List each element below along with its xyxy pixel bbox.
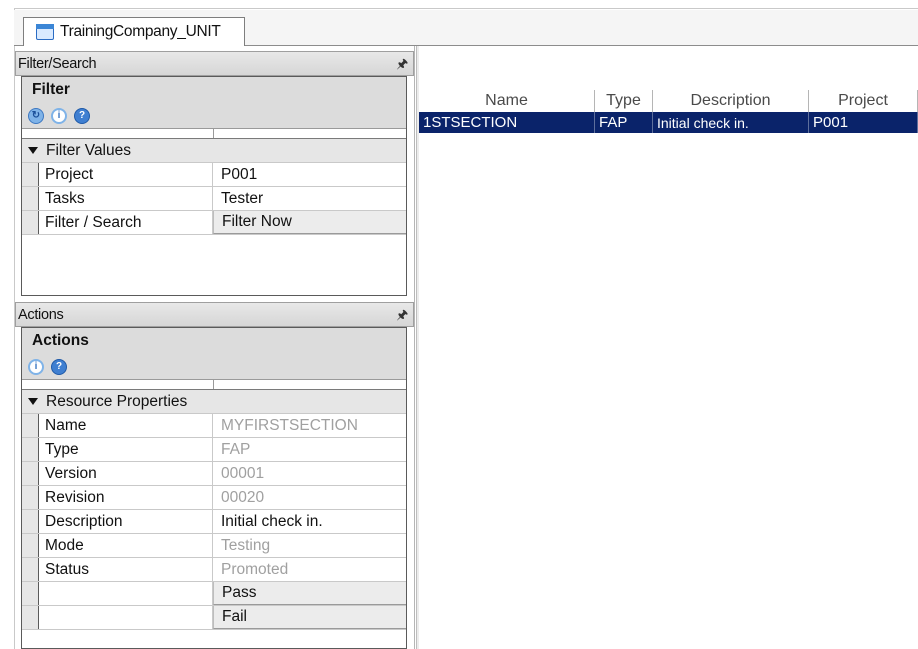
actions-toolbar: i ? — [22, 354, 406, 380]
grid-header: Name Type Description Project — [419, 90, 918, 112]
info-icon[interactable]: i — [28, 358, 44, 375]
type-value: FAP — [221, 440, 251, 458]
filter-section: Filter ↻ i ? Filter Values Project P001 … — [21, 76, 407, 296]
property-name: Tasks — [39, 187, 213, 210]
actions-section: Actions i ? Resource Properties Name MYF… — [21, 327, 407, 649]
cell-description: Initial check in. — [653, 112, 809, 133]
resource-properties-group[interactable]: Resource Properties — [22, 390, 406, 414]
pin-icon[interactable]: 🖈 — [396, 306, 408, 328]
property-row-type: Type FAP — [22, 438, 406, 462]
property-row-mode: Mode Testing — [22, 534, 406, 558]
column-header-project[interactable]: Project — [809, 90, 918, 112]
property-name: Name — [39, 414, 213, 437]
document-window-icon — [36, 24, 54, 40]
property-name: Mode — [39, 534, 213, 557]
property-name: Project — [39, 163, 213, 186]
filter-row-project: Project P001 — [22, 163, 406, 187]
filter-pane-header[interactable]: Filter/Search 🖈 — [15, 51, 414, 76]
property-row-status: Status Promoted — [22, 558, 406, 582]
description-value[interactable]: Initial check in. — [213, 510, 406, 533]
cell-type: FAP — [595, 112, 653, 133]
column-header-description[interactable]: Description — [653, 90, 809, 112]
resource-properties-label: Resource Properties — [46, 392, 188, 410]
refresh-icon[interactable]: ↻ — [28, 107, 44, 124]
help-icon[interactable]: ? — [51, 358, 67, 375]
property-name: Revision — [39, 486, 213, 509]
property-name — [39, 582, 213, 605]
property-name: Status — [39, 558, 213, 581]
mode-value: Testing — [221, 536, 271, 554]
filter-pane-title: Filter/Search — [18, 55, 97, 72]
filter-values-group[interactable]: Filter Values — [22, 139, 406, 163]
resource-grid-panel: Name Type Description Project 1STSECTION… — [419, 46, 918, 649]
property-row-fail: Fail — [22, 606, 406, 630]
filter-row-search: Filter / Search Filter Now — [22, 211, 406, 235]
actions-pane-title: Actions — [18, 306, 64, 323]
property-name: Filter / Search — [39, 211, 213, 234]
filter-section-title: Filter — [22, 77, 406, 103]
property-name — [39, 606, 213, 629]
info-icon[interactable]: i — [51, 107, 67, 124]
document-tab-label: TrainingCompany_UNIT — [60, 23, 221, 40]
left-panel: Filter/Search 🖈 Filter ↻ i ? Filter Valu… — [15, 46, 415, 649]
property-grid-header — [22, 129, 406, 139]
property-row-pass: Pass — [22, 582, 406, 606]
status-value: Promoted — [221, 560, 289, 578]
table-row[interactable]: 1STSECTION FAP Initial check in. P001 — [419, 112, 918, 133]
filter-values-label: Filter Values — [46, 141, 131, 159]
filter-toolbar: ↻ i ? — [22, 103, 406, 129]
property-row-revision: Revision 00020 — [22, 486, 406, 510]
property-name: Type — [39, 438, 213, 461]
property-row-version: Version 00001 — [22, 462, 406, 486]
project-value[interactable]: P001 — [213, 163, 406, 186]
collapse-triangle-icon[interactable] — [28, 398, 38, 405]
column-header-type[interactable]: Type — [595, 90, 653, 112]
filter-row-tasks: Tasks Tester — [22, 187, 406, 211]
name-value: MYFIRSTSECTION — [221, 416, 358, 434]
collapse-triangle-icon[interactable] — [28, 147, 38, 154]
document-tab[interactable]: TrainingCompany_UNIT — [23, 17, 245, 46]
property-name: Version — [39, 462, 213, 485]
property-row-description: Description Initial check in. — [22, 510, 406, 534]
property-grid-header — [22, 380, 406, 390]
version-value: 00001 — [221, 464, 265, 482]
fail-button[interactable]: Fail — [213, 606, 406, 629]
tasks-value[interactable]: Tester — [213, 187, 406, 210]
property-row-name: Name MYFIRSTSECTION — [22, 414, 406, 438]
column-header-name[interactable]: Name — [419, 90, 595, 112]
pin-icon[interactable]: 🖈 — [396, 55, 408, 77]
help-icon[interactable]: ? — [74, 107, 90, 124]
pass-button[interactable]: Pass — [213, 582, 406, 605]
cell-project: P001 — [809, 112, 918, 133]
actions-pane-header[interactable]: Actions 🖈 — [15, 302, 414, 327]
filter-now-button[interactable]: Filter Now — [213, 211, 406, 234]
revision-value: 00020 — [221, 488, 265, 506]
actions-section-title: Actions — [22, 328, 406, 354]
property-name: Description — [39, 510, 213, 533]
cell-name: 1STSECTION — [419, 112, 595, 133]
window-top-border — [14, 8, 918, 9]
